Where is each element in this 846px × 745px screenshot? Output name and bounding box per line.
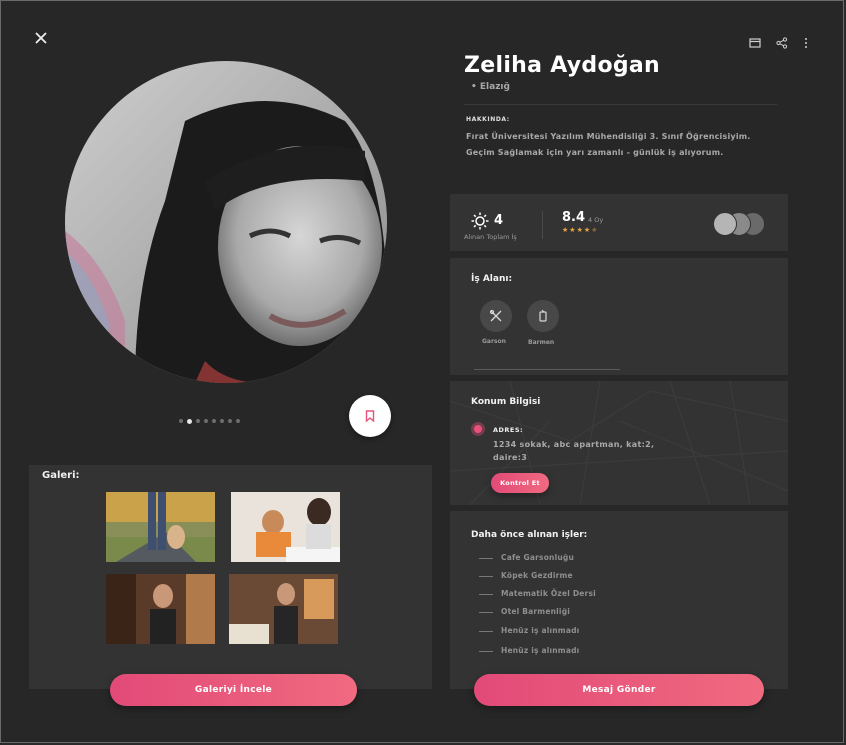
list-bullet — [479, 576, 493, 577]
close-icon — [35, 32, 47, 44]
work-area-title: İş Alanı: — [471, 274, 513, 284]
star-icon: ★ — [576, 226, 584, 234]
cafe-image — [106, 574, 215, 644]
gallery-thumb-tutoring[interactable] — [231, 492, 340, 562]
work-area-item-barmen[interactable] — [527, 300, 559, 332]
carousel-dot[interactable] — [236, 419, 240, 423]
profile-photo[interactable] — [65, 61, 387, 383]
send-message-button[interactable]: Mesaj Gönder — [474, 674, 764, 706]
carousel-dot-active[interactable] — [187, 418, 192, 424]
work-area-label: Barmen — [528, 339, 555, 346]
share-button[interactable] — [776, 34, 790, 49]
address-line: 1234 sokak, abc apartman, kat:2, — [493, 440, 655, 449]
profile-city: • Elazığ — [471, 82, 510, 92]
carousel-dot[interactable] — [220, 419, 224, 423]
more-button[interactable] — [801, 34, 815, 48]
rating-stars: ★★★★★ — [562, 226, 598, 234]
carousel-dots[interactable] — [179, 418, 240, 424]
past-jobs-title: Daha önce alınan işler: — [471, 530, 588, 540]
profile-name: Zeliha Aydoğan — [464, 53, 661, 78]
profile-screen: Galeri: Galeriyi İncele Zeliha Aydoğan •… — [0, 0, 844, 743]
list-bullet — [479, 612, 493, 613]
cocktail-icon — [539, 309, 547, 322]
work-area-item-garson[interactable] — [480, 300, 512, 332]
rating-votes: 4 Oy — [588, 216, 604, 224]
barista-image — [229, 574, 338, 644]
gallery-title: Galeri: — [42, 470, 80, 481]
gallery-thumb-dog-walk[interactable] — [106, 492, 215, 562]
jobs-label: Alınan Toplam İş — [464, 233, 517, 241]
list-bullet — [479, 558, 493, 559]
list-bullet — [479, 594, 493, 595]
address-text: 1234 sokak, abc apartman, kat:2, daire:3 — [493, 438, 654, 464]
share-icon — [776, 37, 788, 49]
list-bullet — [479, 651, 493, 652]
utensils-icon — [489, 309, 502, 322]
star-icon: ★ — [569, 226, 577, 234]
avatar — [713, 212, 737, 236]
carousel-dot[interactable] — [179, 419, 183, 423]
tutoring-image — [231, 492, 340, 562]
carousel-dot[interactable] — [204, 419, 208, 423]
carousel-dot[interactable] — [212, 419, 216, 423]
star-empty-icon: ★ — [591, 226, 599, 234]
divider — [464, 104, 777, 105]
work-area-scrollbar[interactable] — [474, 369, 620, 370]
about-heading: HAKKINDA: — [466, 116, 510, 123]
portrait-image — [65, 61, 387, 383]
gallery-thumb-barista[interactable] — [229, 574, 338, 644]
window-icon — [749, 38, 761, 48]
about-line: Fırat Üniversitesi Yazılım Mühendisliği … — [466, 132, 751, 141]
jobs-count: 4 — [494, 213, 504, 228]
rating-value: 8.4 — [562, 210, 586, 225]
past-job-item: Köpek Gezdirme — [501, 571, 573, 580]
bookmark-button[interactable] — [349, 395, 391, 437]
about-line: Geçim Sağlamak için yarı zamanlı - günlü… — [466, 148, 724, 157]
carousel-dot[interactable] — [228, 419, 232, 423]
window-button[interactable] — [749, 34, 763, 48]
stats-divider — [542, 211, 543, 239]
dog-walk-image — [106, 492, 215, 562]
more-vertical-icon — [805, 38, 807, 48]
avatar-stack[interactable] — [713, 212, 765, 236]
sun-icon — [471, 212, 489, 234]
address-line: daire:3 — [493, 453, 528, 462]
carousel-dot[interactable] — [196, 419, 200, 423]
location-title: Konum Bilgisi — [471, 397, 541, 407]
list-bullet — [479, 631, 493, 632]
bookmark-icon — [365, 410, 375, 422]
gallery-thumb-cafe[interactable] — [106, 574, 215, 644]
check-location-button[interactable]: Kontrol Et — [491, 473, 549, 493]
about-text: Fırat Üniversitesi Yazılım Mühendisliği … — [466, 129, 786, 161]
past-job-item: Henüz iş alınmadı — [501, 626, 580, 635]
past-job-item: Otel Barmenliği — [501, 607, 571, 616]
past-job-item: Henüz iş alınmadı — [501, 646, 580, 655]
close-button[interactable] — [34, 31, 50, 47]
past-job-item: Matematik Özel Dersi — [501, 589, 596, 598]
past-job-item: Cafe Garsonluğu — [501, 553, 575, 562]
work-area-label: Garson — [482, 338, 506, 345]
location-pin-icon — [471, 422, 485, 436]
address-heading: ADRES: — [493, 426, 524, 434]
gallery-review-button[interactable]: Galeriyi İncele — [110, 674, 357, 706]
